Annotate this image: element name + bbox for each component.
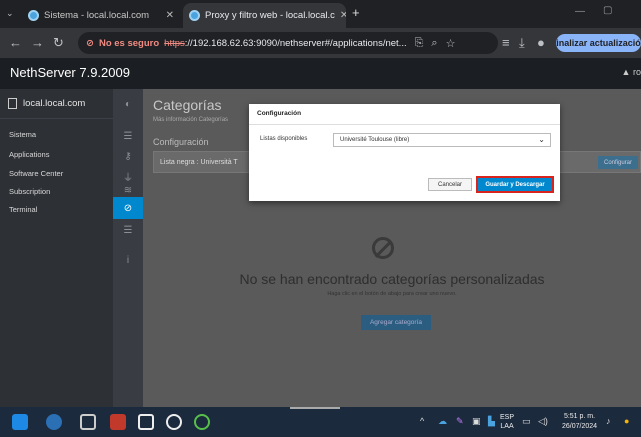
back-icon[interactable]: ← [9,35,22,51]
close-icon[interactable]: ✕ [340,10,346,21]
chevron-down-icon: ⌄ [538,135,545,144]
url-scheme: https [164,37,185,49]
chevron-up-icon[interactable]: ^ [420,416,424,426]
configuration-dialog: Configuración Listas disponibles Univers… [249,104,560,201]
download-icon[interactable]: ⤓ [519,35,525,51]
sidebar-item-subscription[interactable]: Subscription [9,187,50,196]
taskbar: ^ ☁ ✎ ▣ ▙ ESP LAA ▭ ◁) 5:51 p. m. 26/07/… [0,407,641,437]
lists-select[interactable]: Université Toulouse (libre) ⌄ [333,133,551,147]
app-header: NethServer 7.9.2009 ▲ ro [0,58,641,89]
bookmark-star-icon[interactable]: ☆ [446,37,456,50]
translate-icon[interactable]: ⎘ [415,37,424,50]
zoom-icon[interactable]: ⌕ [431,37,437,50]
pen-icon[interactable]: ✎ [456,416,464,427]
selected-list: Université Toulouse (libre) [340,137,410,143]
empty-state-icon [372,237,394,259]
clock-time: 5:51 p. m. [563,413,596,420]
user-menu[interactable]: ▲ ro [622,67,641,77]
extensions-icon[interactable]: ≡ [502,35,510,51]
new-tab-button[interactable]: + [352,5,360,20]
app-icon[interactable] [110,414,126,430]
address-bar[interactable]: ⊘ No es seguro https ://192.168.62.63:90… [78,32,498,54]
user-icon: ▲ [621,67,631,77]
info-icon[interactable]: i [113,249,143,271]
virtualbox-icon[interactable] [80,414,96,430]
app-nav-icons: ◐ ☰ ⚷ ⏚ ≋ ⊘ ☰ i [113,89,143,407]
empty-state-title: No se han encontrado categorías personal… [239,271,545,287]
host-selector[interactable]: local.local.com [0,89,113,119]
insecure-warning-icon[interactable]: ⊘ [86,38,94,49]
blacklist-label: Lista negra : Università T [160,158,238,166]
cancel-button[interactable]: Cancelar [428,178,472,191]
empty-state-help: Haga clic en el botón de abajo para crea… [327,291,457,297]
clock[interactable]: 5:51 p. m. 26/07/2024 [562,412,597,432]
display-icon[interactable]: ▭ [522,416,531,427]
brand-title: NethServer 7.9.2009 [10,65,130,80]
tab-proxy[interactable]: Proxy y filtro web - local.local.c ✕ [183,3,346,28]
active-app-indicator [290,407,340,409]
url-text: ://192.168.62.63:9090/nethserver#/applic… [184,37,407,49]
nethserver-favicon-icon [28,10,39,21]
nethserver-favicon-icon [189,10,200,21]
sidebar-item-applications[interactable]: Applications [9,150,49,159]
tray-app-icon[interactable]: ▣ [472,416,481,427]
cloud-icon[interactable]: ☁ [438,416,447,427]
server-icon [8,98,17,109]
block-icon[interactable]: ⊘ [113,197,143,219]
page-title: Categorías [153,97,222,113]
language-indicator[interactable]: ESP LAA [500,413,514,431]
lang-top: ESP [500,414,515,421]
key-icon[interactable]: ⚷ [113,145,143,167]
lang-bottom: LAA [500,423,514,430]
tab-title: Proxy y filtro web - local.local.c [205,10,335,21]
volume-icon[interactable]: ◁) [538,416,548,427]
start-icon[interactable] [12,414,28,430]
app-icon[interactable] [46,414,62,430]
list-icon[interactable]: ☰ [113,219,143,241]
profile-icon[interactable]: ● [537,35,545,51]
tab-search-icon[interactable]: ⌄ [6,8,14,19]
tab-sistema[interactable]: Sistema - local.local.com ✕ [22,3,180,28]
close-icon[interactable]: ✕ [166,10,174,21]
clock-date: 26/07/2024 [562,423,598,430]
section-title: Configuración [153,137,209,147]
terminal-icon[interactable] [138,414,154,430]
dialog-title: Configuración [257,110,302,117]
sidebar-item-sistema[interactable]: Sistema [9,130,36,139]
browser-toolbar: ← → ↻ ⊘ No es seguro https ://192.168.62… [0,28,641,58]
host-name: local.local.com [23,98,86,109]
notification-bell-icon[interactable]: ♪ [606,416,611,426]
reload-icon[interactable]: ↻ [53,35,64,51]
browser-tab-strip: ⌄ Sistema - local.local.com ✕ Proxy y fi… [0,0,641,28]
add-category-button[interactable]: Agregar categoría [361,315,431,330]
configure-button[interactable]: Configurar [597,156,638,169]
widgets-icon[interactable]: ● [624,416,629,426]
more-info-link[interactable]: Más información Categorías [153,117,228,123]
sidebar: local.local.com Sistema Applications Sof… [0,89,143,407]
save-and-download-button[interactable]: Guardar y Descargar [476,176,554,193]
minimize-icon[interactable]: — [575,6,585,17]
sidebar-item-software-center[interactable]: Software Center [9,169,63,178]
tab-title: Sistema - local.local.com [44,10,150,21]
app-icon[interactable] [166,414,182,430]
insecure-badge[interactable]: No es seguro [99,38,159,49]
maximize-icon[interactable]: ▢ [603,5,612,16]
sidebar-item-terminal[interactable]: Terminal [9,205,37,214]
tray-app-icon[interactable]: ▙ [488,416,495,427]
whatsapp-icon[interactable] [194,414,210,430]
list-icon[interactable]: ☰ [113,125,143,147]
update-button[interactable]: Finalizar actualización [556,34,641,52]
dialog-divider [249,124,560,125]
user-name: ro [632,67,641,77]
forward-icon[interactable]: → [31,35,44,51]
lists-label: Listas disponibles [260,136,308,142]
dashboard-icon[interactable]: ◐ [113,93,143,115]
